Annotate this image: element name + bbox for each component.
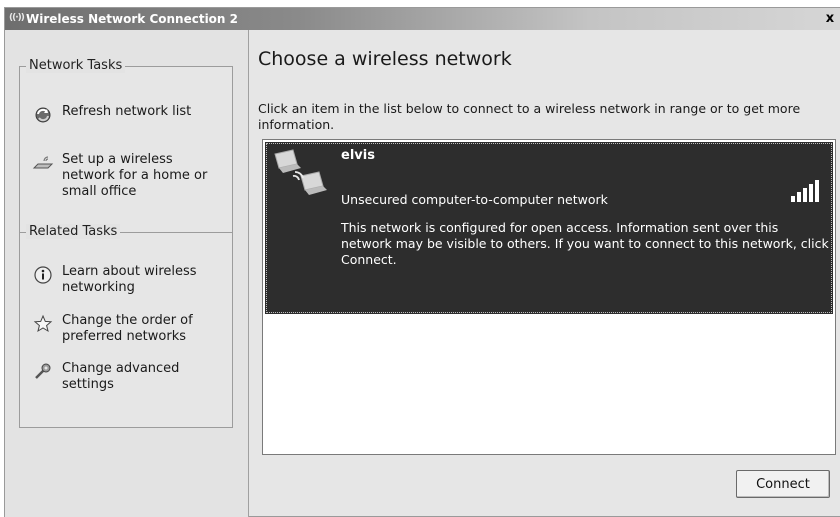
title-bar[interactable]: ((·)) Wireless Network Connection 2 x (5, 8, 840, 30)
refresh-icon (32, 104, 54, 126)
network-list[interactable]: elvis Unsecured computer-to-computer net… (262, 139, 836, 455)
task-pane: Network Tasks Refresh network list Set u… (5, 30, 249, 517)
wireless-setup-icon (32, 152, 54, 174)
change-order-preferred-label: Change the order of preferred networks (62, 313, 193, 344)
computer-to-computer-icon (271, 146, 331, 200)
network-description: This network is configured for open acce… (341, 220, 829, 267)
network-item-elvis[interactable]: elvis Unsecured computer-to-computer net… (265, 142, 833, 314)
learn-about-wireless-label: Learn about wireless networking (62, 264, 197, 295)
info-icon (32, 264, 54, 286)
learn-about-wireless-link[interactable]: Learn about wireless networking (32, 264, 228, 296)
settings-icon (32, 361, 54, 383)
network-name: elvis (341, 148, 375, 163)
network-tasks-title: Network Tasks (26, 58, 126, 73)
related-tasks-title: Related Tasks (26, 224, 121, 239)
signal-strength-icon (789, 178, 823, 204)
wireless-signal-icon: ((·)) (9, 13, 25, 23)
refresh-network-list-label: Refresh network list (62, 104, 192, 119)
setup-wireless-network-link[interactable]: Set up a wireless network for a home or … (32, 152, 228, 200)
close-button[interactable]: x (821, 11, 839, 28)
change-order-preferred-link[interactable]: Change the order of preferred networks (32, 313, 228, 345)
page-title: Choose a wireless network (258, 48, 512, 70)
related-tasks-group: Related Tasks Learn about wireless netwo… (19, 224, 233, 428)
instructions-text: Click an item in the list below to conne… (258, 101, 801, 132)
change-advanced-settings-label: Change advanced settings (62, 361, 180, 392)
refresh-network-list-link[interactable]: Refresh network list (32, 104, 228, 126)
star-icon (32, 313, 54, 335)
connect-button[interactable]: Connect (736, 470, 830, 498)
change-advanced-settings-link[interactable]: Change advanced settings (32, 361, 228, 393)
window-title: Wireless Network Connection 2 (26, 12, 238, 26)
network-security-status: Unsecured computer-to-computer network (341, 192, 608, 207)
setup-wireless-network-label: Set up a wireless network for a home or … (62, 152, 208, 199)
